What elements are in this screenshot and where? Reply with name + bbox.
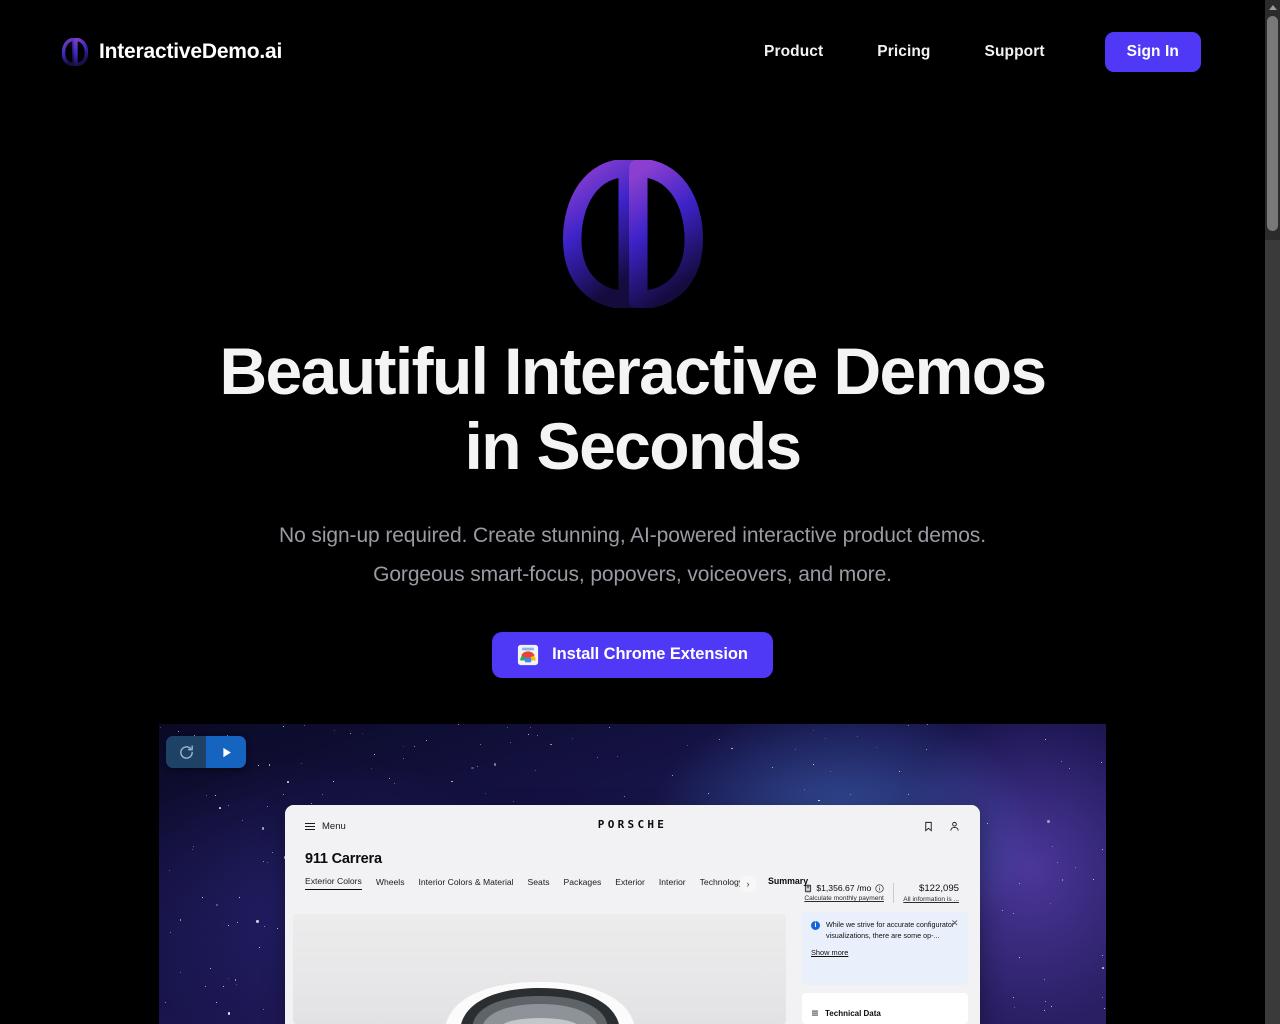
brand-name: InteractiveDemo.ai	[99, 40, 283, 63]
restart-icon	[179, 744, 193, 759]
porsche-configurator-card: Menu PORSCHE 911 Carrera Exterior Colors	[285, 805, 980, 1024]
notice-text: While we strive for accurate configurato…	[826, 920, 955, 940]
page-root: InteractiveDemo.ai Product Pricing Suppo…	[0, 0, 1280, 1024]
total-price-value: $122,095	[918, 883, 959, 894]
tab-exterior[interactable]: Exterior	[615, 877, 645, 890]
list-icon	[812, 1010, 818, 1016]
tab-seats[interactable]: Seats	[528, 877, 550, 890]
tab-interior-colors-material[interactable]: Interior Colors & Material	[419, 877, 514, 890]
interactive-demo-monogram-icon	[62, 38, 88, 66]
brand-logo[interactable]: InteractiveDemo.ai	[62, 38, 282, 66]
site-header: InteractiveDemo.ai Product Pricing Suppo…	[0, 0, 1265, 104]
hero-section: Beautiful Interactive Demos in Seconds N…	[0, 104, 1265, 678]
porsche-911-carrera-image	[445, 982, 634, 1024]
calculator-icon	[805, 884, 812, 892]
install-chrome-extension-button[interactable]: Install Chrome Extension	[492, 631, 773, 678]
chrome-web-store-icon	[518, 644, 539, 665]
interactive-demo-monogram-large-icon	[562, 160, 703, 308]
scrollbar-thumb[interactable]	[1267, 16, 1278, 231]
sign-in-button[interactable]: Sign In	[1104, 32, 1201, 72]
demo-player-controls	[166, 736, 246, 768]
configurator-topbar: Menu PORSCHE	[285, 805, 980, 847]
technical-data-label: Technical Data	[825, 1008, 881, 1018]
scroll-up-arrow-icon[interactable]	[1265, 0, 1280, 14]
restart-button[interactable]	[166, 736, 206, 768]
page-scrollbar[interactable]	[1265, 0, 1280, 1024]
install-chrome-extension-label: Install Chrome Extension	[552, 645, 748, 664]
calculate-monthly-payment-link[interactable]: Calculate monthly payment	[804, 895, 884, 902]
nav-item-support[interactable]: Support	[958, 35, 1072, 69]
nav-item-pricing[interactable]: Pricing	[850, 35, 957, 69]
play-button[interactable]	[206, 736, 246, 768]
hero-subtitle: No sign-up required. Create stunning, AI…	[279, 524, 986, 586]
notice-row: i While we strive for accurate configura…	[811, 920, 959, 942]
nav-item-product[interactable]: Product	[737, 35, 850, 69]
show-more-link[interactable]: Show more	[811, 948, 848, 957]
tab-interior[interactable]: Interior	[659, 877, 686, 890]
configurator-model-name: 911 Carrera	[305, 851, 382, 867]
monthly-price-line: $1,356.67 /mo	[804, 883, 884, 893]
porsche-wordmark: PORSCHE	[597, 818, 668, 831]
monthly-price-value: $1,356.67 /mo	[816, 883, 872, 893]
monthly-price-block: $1,356.67 /mo Calculate monthly payment	[795, 883, 893, 902]
info-circle-icon[interactable]	[875, 883, 884, 893]
main-nav: Product Pricing Support Sign In	[737, 32, 1201, 72]
total-price-block: $122,095 All information is ...	[893, 883, 968, 903]
close-icon[interactable]: ✕	[951, 919, 960, 928]
technical-data-card[interactable]: Technical Data	[802, 993, 968, 1024]
hero-title-line-2: in Seconds	[464, 408, 802, 483]
configurator-price-bar: $1,356.67 /mo Calculate monthly payment …	[795, 883, 968, 903]
scrollbar-track[interactable]	[1265, 240, 1280, 1024]
tab-technology[interactable]: Technology	[700, 877, 740, 890]
tab-wheels[interactable]: Wheels	[376, 877, 405, 890]
all-information-link[interactable]: All information is ...	[903, 896, 959, 903]
demo-preview[interactable]: Menu PORSCHE 911 Carrera Exterior Colors	[159, 724, 1106, 1024]
car-preview-stage[interactable]	[293, 914, 786, 1024]
configurator-notice: i While we strive for accurate configura…	[802, 912, 968, 985]
configurator-tabs: Exterior Colors Wheels Interior Colors &…	[305, 876, 740, 890]
tab-packages[interactable]: Packages	[564, 877, 602, 890]
tab-exterior-colors[interactable]: Exterior Colors	[305, 876, 362, 890]
info-icon: i	[811, 921, 820, 930]
chevron-right-icon[interactable]: ›	[740, 876, 756, 892]
hero-title-line-1: Beautiful Interactive Demos	[219, 334, 1047, 408]
play-icon	[222, 747, 231, 757]
page-title: Beautiful Interactive Demos in Seconds	[219, 334, 1047, 483]
